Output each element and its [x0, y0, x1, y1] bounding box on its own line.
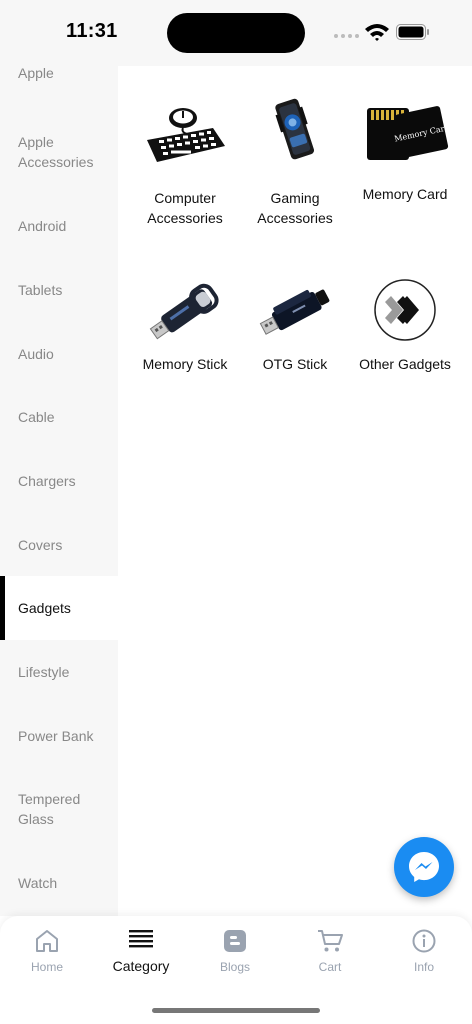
- sidebar-item-apple[interactable]: Apple: [0, 66, 118, 103]
- category-tile-memory-card[interactable]: Memory Card Memory Card: [350, 96, 460, 204]
- nav-cart[interactable]: Cart: [283, 928, 377, 974]
- usb-stick-icon: [149, 283, 219, 340]
- info-icon: [412, 929, 436, 953]
- sidebar-item-label: Gadgets: [18, 600, 71, 616]
- category-label: Computer Accessories: [147, 190, 223, 226]
- sidebar-item-label: Lifestyle: [18, 664, 70, 680]
- category-label: Gaming Accessories: [257, 190, 333, 226]
- sidebar-item-cable[interactable]: Cable: [0, 408, 118, 438]
- sidebar-item-tablets[interactable]: Tablets: [0, 281, 118, 311]
- double-chevron-icon: [374, 279, 436, 341]
- sidebar-item-label: Apple Accessories: [18, 134, 94, 170]
- category-label: Other Gadgets: [359, 356, 451, 372]
- nav-label: Home: [30, 960, 63, 974]
- category-tile-other-gadgets[interactable]: Other Gadgets: [350, 274, 460, 374]
- status-bar: 11:31: [0, 0, 472, 66]
- nav-info[interactable]: Info: [377, 928, 471, 974]
- category-label: Memory Stick: [142, 356, 228, 372]
- category-tile-otg-stick[interactable]: OTG Stick: [240, 274, 350, 374]
- nav-blogs[interactable]: Blogs: [188, 928, 282, 974]
- sidebar-item-tempered-glass[interactable]: Tempered Glass: [0, 790, 118, 840]
- category-tile-gaming-accessories[interactable]: Gaming Accessories: [240, 96, 350, 228]
- wifi-icon: [365, 24, 389, 41]
- sidebar-item-apple-accessories[interactable]: Apple Accessories: [0, 133, 118, 183]
- menu-icon: [129, 930, 153, 948]
- nav-label: Category: [112, 958, 170, 974]
- signal-icon: [334, 34, 359, 38]
- nav-category[interactable]: Category: [94, 928, 188, 974]
- memory-card-icon: Memory Card: [367, 106, 450, 160]
- sidebar-item-android[interactable]: Android: [0, 217, 118, 247]
- nav-label: Cart: [318, 960, 342, 974]
- sidebar-item-lifestyle[interactable]: Lifestyle: [0, 663, 118, 693]
- nav-label: Blogs: [219, 960, 251, 974]
- sidebar-item-label: Covers: [18, 537, 63, 553]
- sidebar-item-label: Cable: [18, 409, 55, 425]
- battery-icon: [396, 24, 429, 40]
- dynamic-island: [167, 13, 305, 53]
- sidebar-item-label: Power Bank: [18, 728, 94, 744]
- home-indicator: [152, 1008, 320, 1013]
- sidebar-item-audio[interactable]: Audio: [0, 345, 118, 375]
- sidebar-item-label: Android: [18, 218, 67, 234]
- sidebar-item-label: Apple: [18, 66, 54, 81]
- sidebar-item-label: Watch: [18, 875, 58, 891]
- sidebar-item-label: Chargers: [18, 473, 76, 489]
- phone-cooler-icon: [275, 98, 315, 160]
- sidebar-item-label: Tablets: [18, 282, 63, 298]
- nav-label: Info: [413, 960, 434, 974]
- category-tile-computer-accessories[interactable]: Computer Accessories: [130, 96, 240, 228]
- sidebar-item-watch[interactable]: Watch: [0, 874, 118, 904]
- sidebar-item-label: Tempered Glass: [18, 791, 81, 827]
- sidebar-item-covers[interactable]: Covers: [0, 536, 118, 566]
- status-time: 11:31: [66, 20, 118, 42]
- blog-icon: [224, 930, 246, 952]
- category-tile-memory-stick[interactable]: Memory Stick: [130, 274, 240, 374]
- home-icon: [36, 930, 58, 952]
- category-sidebar: Apple Apple Accessories Android Tablets …: [0, 66, 118, 916]
- otg-stick-icon: [259, 289, 330, 335]
- messenger-icon: [409, 852, 439, 882]
- keyboard-mouse-icon: [147, 108, 225, 162]
- sidebar-item-power-bank[interactable]: Power Bank: [0, 727, 118, 757]
- cart-icon: [318, 930, 343, 952]
- messenger-chat-button[interactable]: [394, 837, 454, 897]
- sidebar-item-chargers[interactable]: Chargers: [0, 472, 118, 502]
- sidebar-item-label: Audio: [18, 346, 54, 362]
- category-label: Memory Card: [362, 186, 448, 202]
- sidebar-item-gadgets[interactable]: Gadgets: [0, 576, 118, 640]
- category-label: OTG Stick: [262, 356, 328, 372]
- nav-home[interactable]: Home: [0, 928, 94, 974]
